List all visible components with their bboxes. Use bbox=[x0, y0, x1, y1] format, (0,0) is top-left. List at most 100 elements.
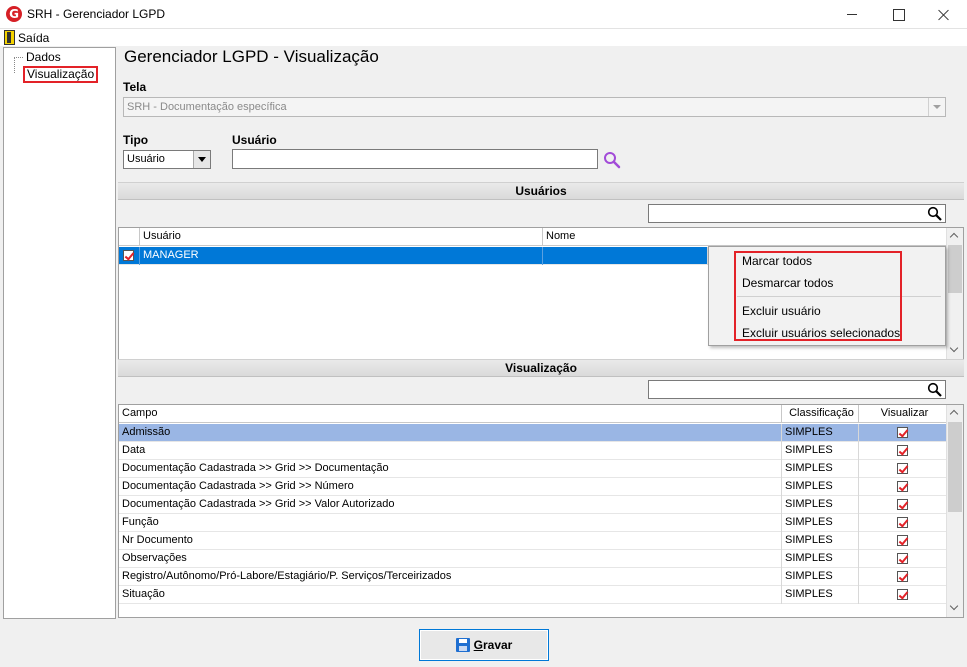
visualizar-checkbox[interactable] bbox=[897, 571, 908, 582]
tela-select-value: SRH - Documentação específica bbox=[127, 101, 287, 113]
maximize-button[interactable] bbox=[875, 0, 921, 29]
exit-door-icon bbox=[4, 30, 15, 45]
campo-cell: Data bbox=[119, 442, 782, 460]
scroll-down-icon[interactable] bbox=[947, 342, 963, 359]
usuario-input[interactable] bbox=[232, 149, 598, 169]
table-row[interactable]: Observações SIMPLES bbox=[119, 550, 947, 568]
visualizar-checkbox[interactable] bbox=[897, 517, 908, 528]
header-visualizar[interactable]: Visualizar bbox=[859, 405, 947, 423]
visualizar-cell[interactable] bbox=[859, 478, 947, 496]
tree-item-dados[interactable]: Dados bbox=[14, 50, 61, 64]
campo-cell: Documentação Cadastrada >> Grid >> Docum… bbox=[119, 460, 782, 478]
tela-select[interactable]: SRH - Documentação específica bbox=[123, 97, 946, 117]
usuarios-search-box bbox=[648, 204, 946, 223]
save-label-rest: ravar bbox=[482, 638, 513, 652]
title-bar: G SRH - Gerenciador LGPD bbox=[0, 0, 967, 29]
visualizar-cell[interactable] bbox=[859, 532, 947, 550]
usuarios-grid-header: Usuário Nome bbox=[119, 228, 947, 246]
classificacao-cell: SIMPLES bbox=[782, 550, 859, 568]
campo-cell: Registro/Autônomo/Pró-Labore/Estagiário/… bbox=[119, 568, 782, 586]
save-button[interactable]: Gravar bbox=[419, 629, 549, 661]
classificacao-cell: SIMPLES bbox=[782, 514, 859, 532]
header-classificacao[interactable]: Classificação bbox=[782, 405, 859, 423]
usuario-label: Usuário bbox=[232, 133, 277, 147]
chevron-down-icon[interactable] bbox=[928, 98, 945, 116]
scroll-thumb[interactable] bbox=[948, 245, 962, 293]
visualizacao-grid: Campo Classificação Visualizar Admissão S… bbox=[118, 404, 964, 618]
campo-cell: Documentação Cadastrada >> Grid >> Númer… bbox=[119, 478, 782, 496]
tree-item-visualizacao[interactable]: Visualização bbox=[23, 66, 99, 83]
menu-bar: Saída bbox=[0, 29, 967, 46]
visualizar-cell[interactable] bbox=[859, 586, 947, 604]
nome-cell bbox=[543, 247, 708, 265]
usuario-cell: MANAGER bbox=[140, 247, 543, 265]
campo-cell: Nr Documento bbox=[119, 532, 782, 550]
table-row[interactable]: Documentação Cadastrada >> Grid >> Valor… bbox=[119, 496, 947, 514]
visualizar-checkbox[interactable] bbox=[897, 463, 908, 474]
visualizar-checkbox[interactable] bbox=[897, 481, 908, 492]
visualizar-cell[interactable] bbox=[859, 460, 947, 478]
scroll-down-icon[interactable] bbox=[947, 600, 963, 617]
visualizar-checkbox[interactable] bbox=[897, 535, 908, 546]
classificacao-cell: SIMPLES bbox=[782, 496, 859, 514]
lookup-search-icon[interactable] bbox=[603, 151, 621, 169]
visualizacao-search-box bbox=[648, 380, 946, 399]
visualizar-cell[interactable] bbox=[859, 496, 947, 514]
minimize-button[interactable] bbox=[829, 0, 875, 29]
floppy-disk-icon bbox=[455, 638, 470, 652]
visualizacao-section-header: Visualização bbox=[118, 359, 964, 377]
tipo-select[interactable]: Usuário bbox=[123, 150, 211, 169]
table-row[interactable]: Situação SIMPLES bbox=[119, 586, 947, 604]
search-icon[interactable] bbox=[927, 206, 943, 222]
campo-cell: Situação bbox=[119, 586, 782, 604]
window-title: SRH - Gerenciador LGPD bbox=[27, 7, 166, 21]
scroll-thumb[interactable] bbox=[948, 422, 962, 512]
visualizar-checkbox[interactable] bbox=[897, 589, 908, 600]
chevron-down-icon[interactable] bbox=[193, 151, 210, 168]
header-nome[interactable]: Nome bbox=[543, 228, 947, 246]
visualizacao-search-input[interactable] bbox=[651, 382, 921, 397]
usuarios-search-input[interactable] bbox=[651, 206, 921, 221]
scroll-up-icon[interactable] bbox=[947, 405, 963, 422]
row-check-cell[interactable] bbox=[119, 247, 140, 265]
page-title: Gerenciador LGPD - Visualização bbox=[124, 47, 379, 66]
visualizar-checkbox[interactable] bbox=[897, 445, 908, 456]
visualizar-checkbox[interactable] bbox=[897, 427, 908, 438]
header-check-column bbox=[119, 228, 140, 246]
navigation-tree: Dados Visualização bbox=[3, 47, 116, 619]
row-checkbox[interactable] bbox=[123, 250, 134, 261]
classificacao-cell: SIMPLES bbox=[782, 442, 859, 460]
visualizacao-scrollbar[interactable] bbox=[946, 405, 963, 617]
usuarios-section-header: Usuários bbox=[118, 182, 964, 200]
table-row[interactable]: Registro/Autônomo/Pró-Labore/Estagiário/… bbox=[119, 568, 947, 586]
classificacao-cell: SIMPLES bbox=[782, 586, 859, 604]
campo-cell: Documentação Cadastrada >> Grid >> Valor… bbox=[119, 496, 782, 514]
save-mnemonic: G bbox=[473, 638, 483, 652]
header-campo[interactable]: Campo bbox=[119, 405, 782, 423]
usuarios-scrollbar[interactable] bbox=[946, 228, 963, 359]
table-row[interactable]: Data SIMPLES bbox=[119, 442, 947, 460]
search-icon[interactable] bbox=[927, 382, 943, 398]
visualizar-checkbox[interactable] bbox=[897, 499, 908, 510]
annotation-highlight-box bbox=[734, 251, 902, 341]
visualizar-cell[interactable] bbox=[859, 568, 947, 586]
table-row[interactable]: Documentação Cadastrada >> Grid >> Númer… bbox=[119, 478, 947, 496]
close-button[interactable] bbox=[921, 0, 967, 29]
table-row[interactable]: Admissão SIMPLES bbox=[119, 424, 947, 442]
visualizar-cell[interactable] bbox=[859, 442, 947, 460]
menu-exit-label: Saída bbox=[18, 30, 50, 45]
campo-cell: Admissão bbox=[119, 424, 782, 442]
table-row[interactable]: Nr Documento SIMPLES bbox=[119, 532, 947, 550]
menu-exit[interactable]: Saída bbox=[4, 29, 49, 46]
campo-cell: Função bbox=[119, 514, 782, 532]
table-row[interactable]: Documentação Cadastrada >> Grid >> Docum… bbox=[119, 460, 947, 478]
classificacao-cell: SIMPLES bbox=[782, 460, 859, 478]
scroll-up-icon[interactable] bbox=[947, 228, 963, 245]
header-usuario[interactable]: Usuário bbox=[140, 228, 543, 246]
table-row[interactable]: Função SIMPLES bbox=[119, 514, 947, 532]
visualizar-checkbox[interactable] bbox=[897, 553, 908, 564]
visualizar-cell[interactable] bbox=[859, 550, 947, 568]
visualizar-cell[interactable] bbox=[859, 424, 947, 442]
visualizar-cell[interactable] bbox=[859, 514, 947, 532]
classificacao-cell: SIMPLES bbox=[782, 424, 859, 442]
